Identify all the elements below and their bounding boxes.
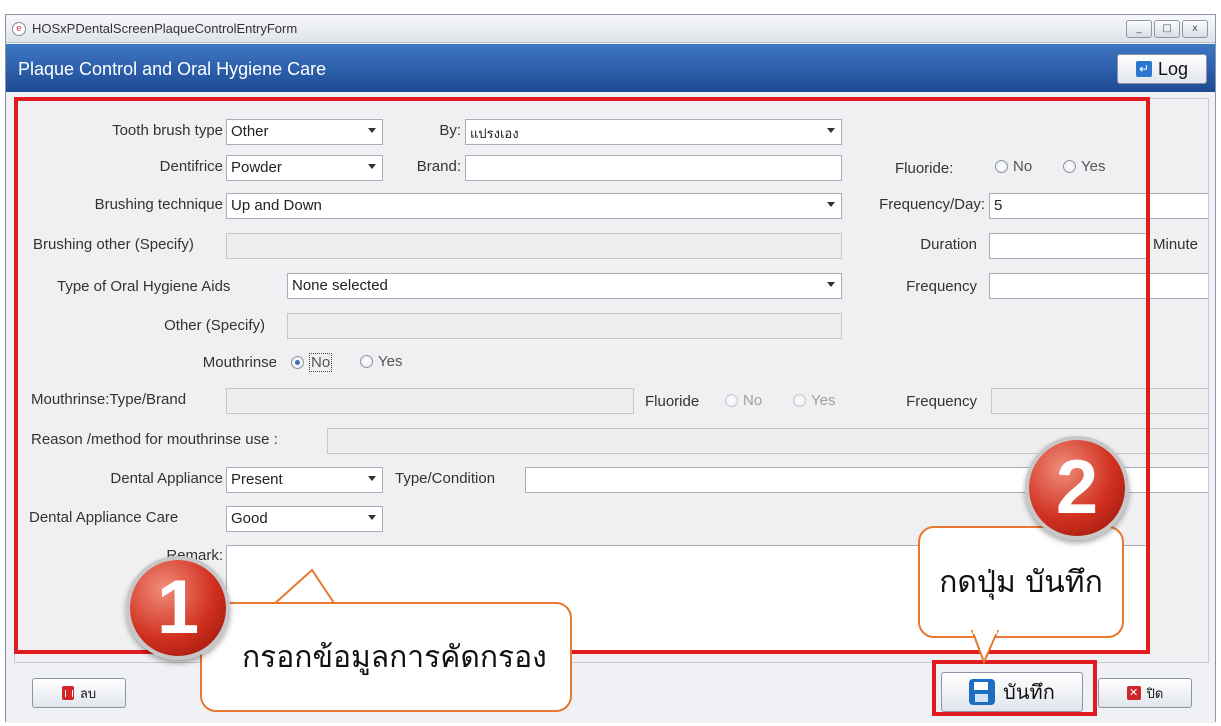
step1-badge: 1: [126, 556, 230, 660]
callout-step1-text: กรอกข้อมูลการคัดกรอง: [242, 639, 547, 675]
callout2-pointer: [970, 630, 1000, 664]
window-controls: _ □ x: [1126, 20, 1208, 38]
trash-icon: [61, 686, 74, 700]
delete-button[interactable]: ลบ: [32, 678, 126, 708]
log-icon: ↵: [1135, 61, 1152, 77]
callout-step2-text: กดปุ่ม บันทึก: [939, 564, 1103, 600]
window-title: HOSxPDentalScreenPlaqueControlEntryForm: [32, 21, 298, 36]
minute-label: Minute: [1153, 236, 1199, 253]
save-highlight-box: [932, 660, 1097, 716]
title-bar: e HOSxPDentalScreenPlaqueControlEntryFor…: [6, 15, 1215, 43]
maximize-button[interactable]: □: [1154, 20, 1180, 38]
form-header: Plaque Control and Oral Hygiene Care ↵ L…: [6, 44, 1215, 92]
close-button[interactable]: ✕ ปิด: [1098, 678, 1192, 708]
close-window-button[interactable]: x: [1182, 20, 1208, 38]
log-button[interactable]: ↵ Log: [1117, 54, 1207, 84]
delete-label: ลบ: [79, 685, 97, 701]
close-icon: ✕: [1126, 686, 1141, 700]
log-label: Log: [1157, 58, 1189, 79]
app-icon: e: [12, 22, 26, 36]
step2-badge: 2: [1025, 436, 1129, 540]
callout-step2: กดปุ่ม บันทึก: [918, 526, 1124, 638]
callout-step1: กรอกข้อมูลการคัดกรอง: [200, 602, 572, 712]
callout1-pointer: [270, 568, 338, 606]
minimize-button[interactable]: _: [1126, 20, 1152, 38]
close-label: ปิด: [1146, 685, 1164, 701]
form-title: Plaque Control and Oral Hygiene Care: [18, 59, 327, 79]
